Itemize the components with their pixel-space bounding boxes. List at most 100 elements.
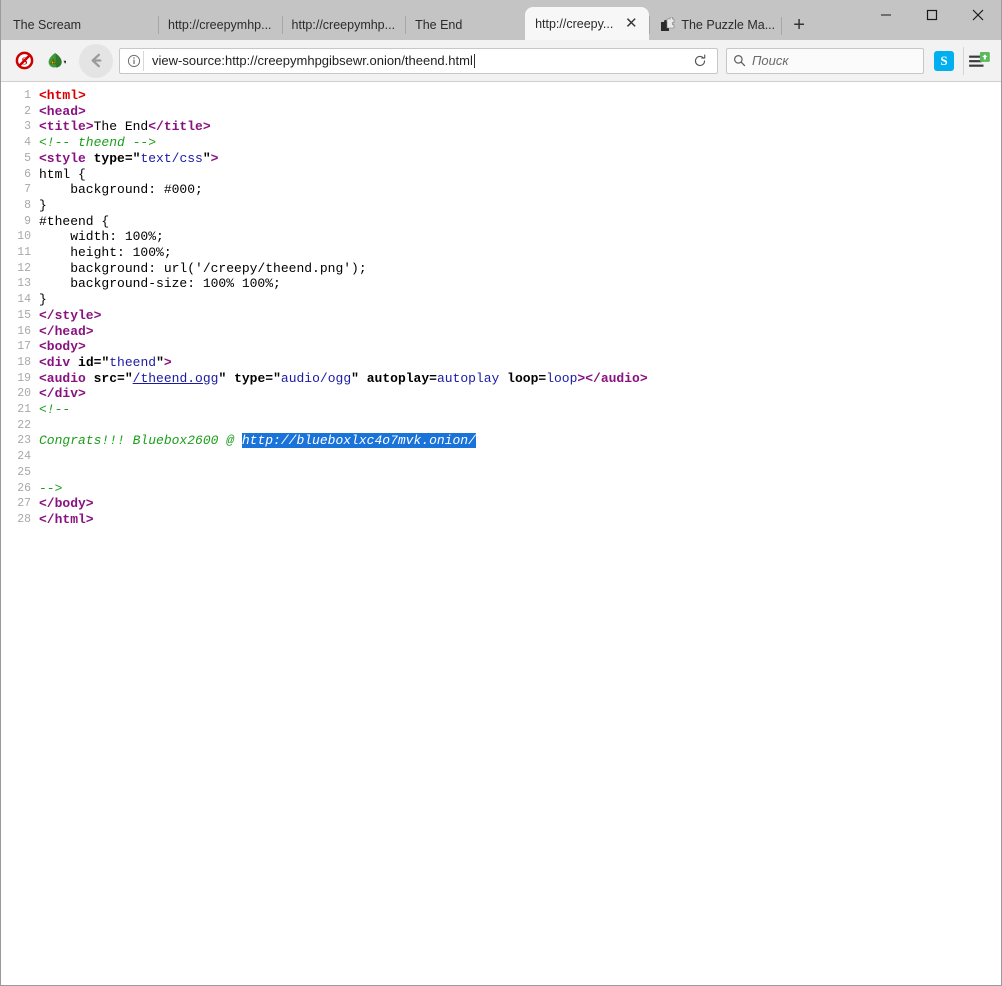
tab-label: http://creepymhp... <box>292 18 396 32</box>
tab-5[interactable]: The Puzzle Ma... <box>649 10 785 40</box>
search-bar[interactable]: Поиск <box>726 48 924 74</box>
reload-icon <box>693 54 707 68</box>
code-line: 1<html> <box>1 88 1001 104</box>
code-token: <!-- theend --> <box>39 135 156 150</box>
minimize-button[interactable] <box>863 0 909 30</box>
tab-label: http://creepymhp... <box>168 18 272 32</box>
tab-close-icon[interactable]: ✕ <box>623 16 639 32</box>
new-tab-button[interactable]: + <box>785 10 813 40</box>
code-token: " <box>156 355 164 370</box>
code-token: --> <box>39 481 62 496</box>
line-number: 7 <box>1 182 39 198</box>
code-line: 8} <box>1 198 1001 214</box>
search-icon <box>733 54 746 67</box>
code-token: <html> <box>39 88 86 103</box>
maximize-icon <box>926 9 938 21</box>
tabs-container: The Scream http://creepymhp... http://cree… <box>3 7 785 40</box>
source-code-view[interactable]: 1<html>2<head>3<title>The End</title>4<!… <box>1 83 1001 985</box>
puzzle-icon <box>659 17 675 33</box>
code-token: id= <box>70 355 101 370</box>
code-line: 28</html> <box>1 512 1001 528</box>
code-line-content: <style type="text/css"> <box>39 151 1001 167</box>
code-token: loop= <box>499 371 546 386</box>
tab-4[interactable]: http://creepy...✕ <box>525 7 649 40</box>
selected-url-token[interactable]: http://blueboxlxc4o7mvk.onion/ <box>242 433 476 448</box>
code-line-content: <body> <box>39 339 1001 355</box>
line-number: 12 <box>1 261 39 277</box>
code-line-content: height: 100%; <box>39 245 1001 261</box>
line-number: 3 <box>1 119 39 135</box>
code-line: 20</div> <box>1 386 1001 402</box>
code-line: 13 background-size: 100% 100%; <box>1 276 1001 292</box>
url-bar[interactable]: view-source:http://creepymhpgibsewr.onio… <box>119 48 718 74</box>
code-line: 14} <box>1 292 1001 308</box>
code-line: 4<!-- theend --> <box>1 135 1001 151</box>
code-line-content: background: #000; <box>39 182 1001 198</box>
skype-button[interactable]: S <box>934 51 954 71</box>
line-number: 11 <box>1 245 39 261</box>
code-line-content: --> <box>39 481 1001 497</box>
browser-window: The Scream http://creepymhp... http://cree… <box>0 0 1002 986</box>
maximize-button[interactable] <box>909 0 955 30</box>
tab-2[interactable]: http://creepymhp... <box>282 10 406 40</box>
back-button[interactable] <box>79 44 113 78</box>
code-token: } <box>39 292 47 307</box>
code-line-content: </style> <box>39 308 1001 324</box>
code-token: > <box>211 151 219 166</box>
code-token: width: 100%; <box>39 229 164 244</box>
code-line: 27</body> <box>1 496 1001 512</box>
tor-button[interactable]: ▾ <box>39 46 73 76</box>
nav-toolbar: S ▾ <box>1 40 1001 82</box>
noscript-button[interactable]: S <box>9 46 39 76</box>
line-number: 20 <box>1 386 39 402</box>
info-circle-icon[interactable] <box>124 51 144 71</box>
close-icon <box>972 9 984 21</box>
noscript-blocked-icon: S <box>15 51 34 70</box>
code-line: 18<div id="theend"> <box>1 355 1001 371</box>
code-token: autoplay= <box>359 371 437 386</box>
tor-onion-icon: ▾ <box>46 51 66 70</box>
tab-label: The Scream <box>13 18 81 32</box>
code-token: </html> <box>39 512 94 527</box>
code-line: 5<style type="text/css"> <box>1 151 1001 167</box>
url-input[interactable]: view-source:http://creepymhpgibsewr.onio… <box>146 53 687 68</box>
menu-button[interactable] <box>963 47 993 75</box>
source-link-token[interactable]: /theend.ogg <box>133 371 219 386</box>
tab-1[interactable]: http://creepymhp... <box>158 10 282 40</box>
search-input-placeholder[interactable]: Поиск <box>752 53 789 68</box>
code-line: 19<audio src="/theend.ogg" type="audio/o… <box>1 371 1001 387</box>
code-token: background: url('/creepy/theend.png'); <box>39 261 367 276</box>
code-line-content: </div> <box>39 386 1001 402</box>
line-number: 25 <box>1 465 39 481</box>
code-token: " <box>351 371 359 386</box>
code-line: 6html { <box>1 167 1001 183</box>
code-line-content: width: 100%; <box>39 229 1001 245</box>
code-line: 9#theend { <box>1 214 1001 230</box>
code-token: src= <box>86 371 125 386</box>
window-controls <box>863 0 1001 30</box>
code-line-content: } <box>39 198 1001 214</box>
close-window-button[interactable] <box>955 0 1001 30</box>
code-token: <title> <box>39 119 94 134</box>
code-token: <head> <box>39 104 86 119</box>
code-token: loop <box>546 371 577 386</box>
code-token: </body> <box>39 496 94 511</box>
tab-3[interactable]: The End <box>405 10 525 40</box>
line-number: 26 <box>1 481 39 497</box>
code-line: 17<body> <box>1 339 1001 355</box>
chevron-down-icon: ▾ <box>64 59 67 66</box>
minimize-icon <box>880 9 892 21</box>
code-line: 11 height: 100%; <box>1 245 1001 261</box>
line-number: 9 <box>1 214 39 230</box>
code-line-content: <head> <box>39 104 1001 120</box>
reload-button[interactable] <box>687 48 713 74</box>
code-line-content: } <box>39 292 1001 308</box>
code-token: The End <box>94 119 149 134</box>
code-line-content: <title>The End</title> <box>39 119 1001 135</box>
code-token: </title> <box>148 119 210 134</box>
line-number: 16 <box>1 324 39 340</box>
code-token: <body> <box>39 339 86 354</box>
code-token: text/css <box>140 151 202 166</box>
line-number: 5 <box>1 151 39 167</box>
tab-0[interactable]: The Scream <box>3 10 158 40</box>
